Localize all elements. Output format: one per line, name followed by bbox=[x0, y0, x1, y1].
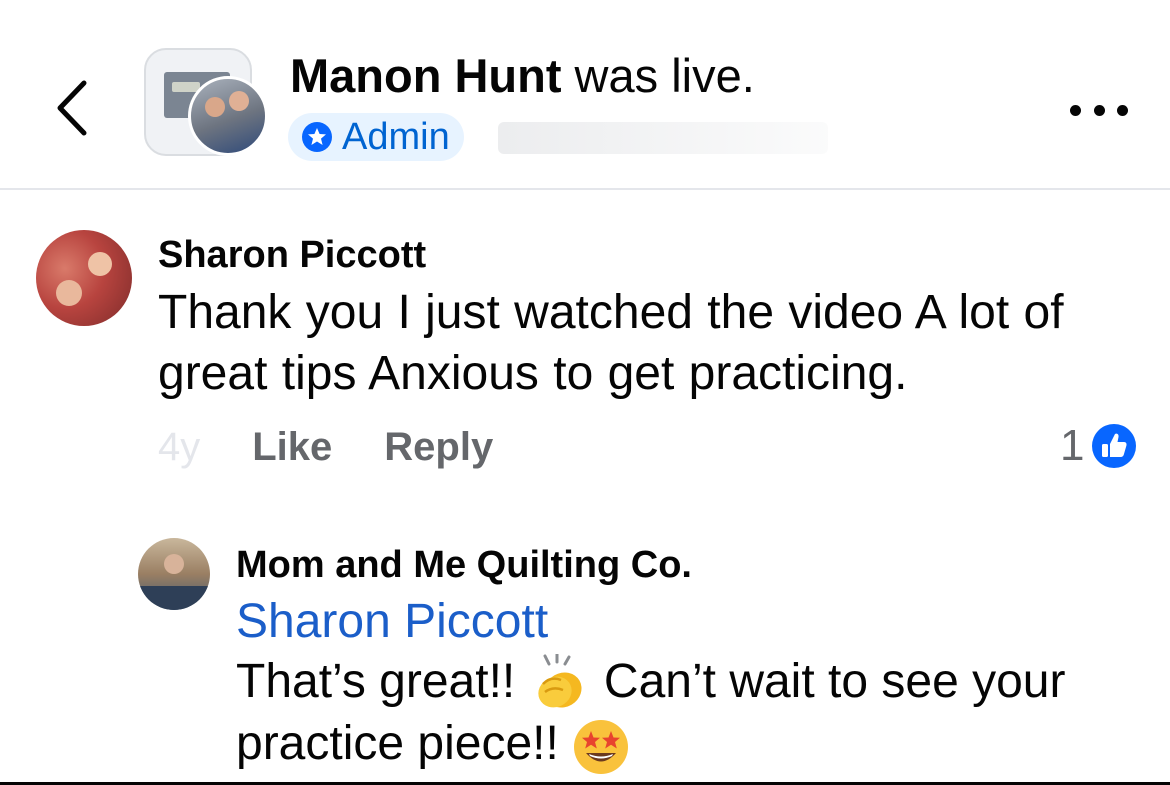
post-header: Manon Hunt was live. Admin bbox=[0, 0, 1170, 190]
admin-badge-label: Admin bbox=[342, 116, 450, 158]
admin-badge: Admin bbox=[288, 113, 464, 161]
star-struck-icon bbox=[574, 719, 629, 774]
comment-actions: 4y Like Reply bbox=[158, 422, 493, 472]
comment-text: Thank you I just watched the video A lot… bbox=[158, 286, 1064, 400]
replier-avatar[interactable] bbox=[138, 538, 210, 610]
post-author-name[interactable]: Manon Hunt bbox=[290, 49, 562, 102]
chevron-left-icon bbox=[57, 80, 87, 136]
reply-text: That’s great!! Can’t wait to see your pr… bbox=[236, 652, 1151, 776]
more-options-button[interactable] bbox=[1064, 90, 1134, 130]
post-title-suffix: was live. bbox=[561, 49, 755, 102]
faded-post-meta bbox=[498, 122, 828, 154]
comment-timestamp[interactable]: 4y bbox=[158, 425, 200, 470]
commenter-avatar[interactable] bbox=[36, 230, 132, 326]
more-dot bbox=[1117, 104, 1128, 116]
clapping-hands-icon bbox=[537, 654, 582, 708]
like-thumb-icon bbox=[1092, 424, 1137, 468]
admin-star-icon bbox=[302, 122, 332, 152]
post-title: Manon Hunt was live. bbox=[290, 48, 755, 104]
reply-text-part: That’s great!! bbox=[236, 655, 529, 708]
reaction-summary[interactable]: 1 bbox=[1060, 420, 1138, 472]
reaction-count: 1 bbox=[1060, 421, 1085, 470]
back-button[interactable] bbox=[44, 72, 100, 144]
reply-button[interactable]: Reply bbox=[384, 425, 493, 470]
commenter-name[interactable]: Sharon Piccott bbox=[158, 232, 426, 278]
mention-link[interactable]: Sharon Piccott bbox=[236, 593, 548, 651]
like-button[interactable]: Like bbox=[252, 425, 332, 470]
more-dot bbox=[1070, 104, 1081, 116]
author-avatar[interactable] bbox=[188, 76, 268, 156]
more-dot bbox=[1093, 104, 1105, 116]
replier-name[interactable]: Mom and Me Quilting Co. bbox=[236, 542, 692, 588]
